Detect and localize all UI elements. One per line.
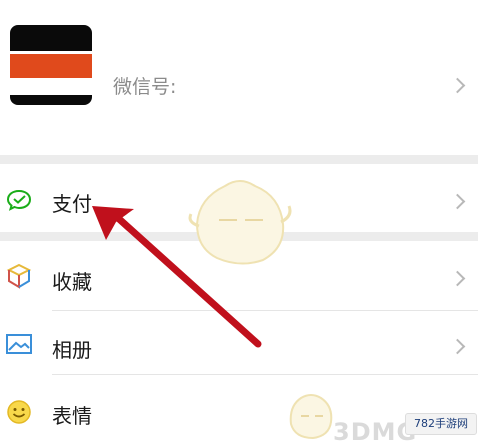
annotation-arrow (92, 206, 262, 348)
